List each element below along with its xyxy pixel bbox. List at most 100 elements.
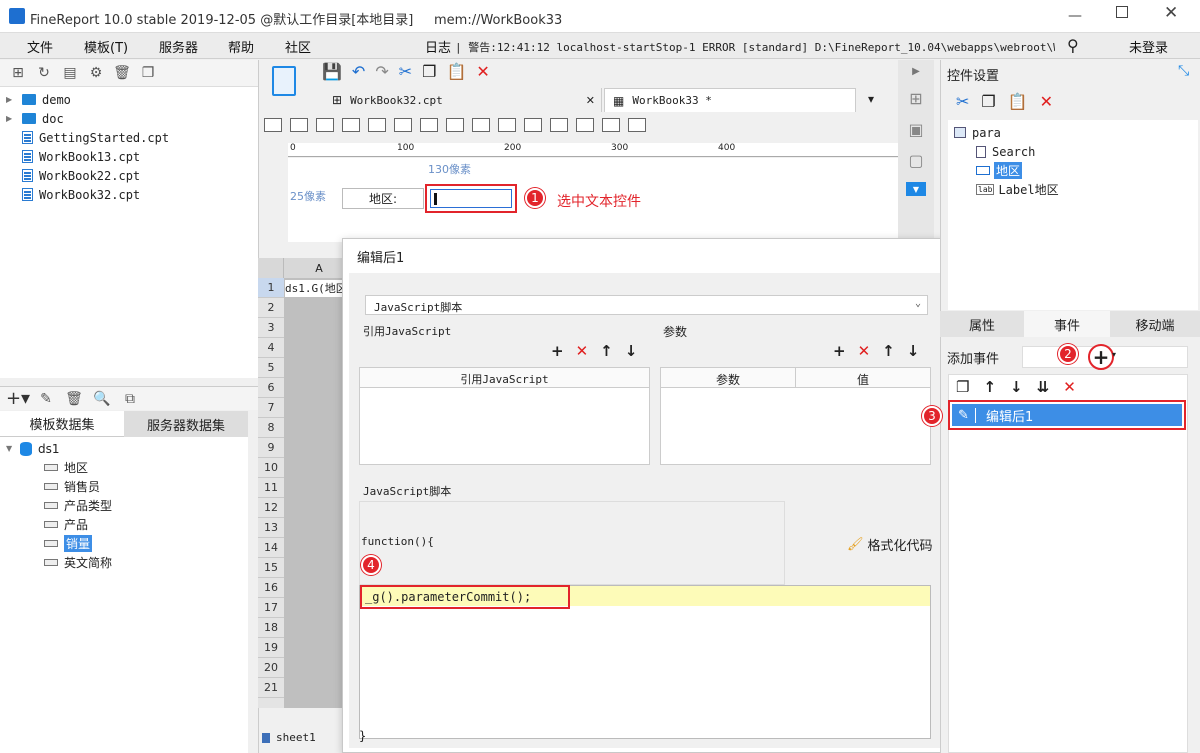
tab-mobile[interactable]: 移动端 bbox=[1110, 311, 1200, 337]
refresh-icon[interactable]: ↻ bbox=[34, 63, 54, 83]
undo-icon[interactable]: ↶ bbox=[352, 62, 365, 81]
textbox-widget-icon[interactable] bbox=[316, 118, 334, 132]
tree-item-file[interactable]: WorkBook13.cpt bbox=[6, 147, 258, 166]
row-header[interactable]: 18 bbox=[258, 618, 284, 638]
copy-icon[interactable]: ❐ bbox=[956, 378, 969, 396]
tree-item-search[interactable]: Search bbox=[948, 142, 1198, 161]
tree-widget-icon[interactable] bbox=[368, 118, 386, 132]
field-item[interactable]: 产品类型 bbox=[6, 496, 248, 515]
search-icon[interactable]: ⚲ bbox=[1067, 36, 1079, 55]
tree-item-region-selected[interactable]: 地区 bbox=[948, 161, 1198, 180]
tree-item-file[interactable]: WorkBook32.cpt bbox=[6, 185, 258, 204]
delete-icon[interactable]: ✕ bbox=[1063, 378, 1076, 396]
frame-icon[interactable]: ▢ bbox=[908, 151, 923, 170]
delete-icon[interactable]: ✕ bbox=[1040, 92, 1053, 111]
sheet-tab[interactable]: sheet1 bbox=[262, 731, 316, 744]
open-icon[interactable]: ▤ bbox=[60, 63, 80, 83]
row-header[interactable]: 19 bbox=[258, 638, 284, 658]
row-header[interactable]: 8 bbox=[258, 418, 284, 438]
paste-icon[interactable]: 📋 bbox=[1008, 92, 1028, 111]
copy-icon[interactable]: ❐ bbox=[138, 63, 158, 83]
row-header[interactable]: 7 bbox=[258, 398, 284, 418]
format-code-button[interactable]: 🖌 格式化代码 bbox=[847, 535, 933, 554]
add-icon[interactable]: + bbox=[551, 342, 564, 360]
move-down-icon[interactable]: ↓ bbox=[907, 342, 920, 360]
move-up-icon[interactable]: ↑ bbox=[600, 342, 613, 360]
combo-widget-icon[interactable] bbox=[342, 118, 360, 132]
move-up-icon[interactable]: ↑ bbox=[882, 342, 895, 360]
close-button[interactable]: ✕ bbox=[1164, 3, 1178, 23]
tab-template-dataset[interactable]: 模板数据集 bbox=[0, 411, 124, 437]
remove-icon[interactable]: ✕ bbox=[858, 342, 871, 360]
date-widget-icon[interactable] bbox=[394, 118, 412, 132]
cell-a1[interactable]: ds1.G(地区 bbox=[285, 280, 343, 297]
param-table[interactable]: 参数 值 bbox=[660, 367, 931, 465]
move-up-icon[interactable]: ↑ bbox=[983, 378, 996, 396]
copy-icon[interactable]: ❐ bbox=[422, 62, 436, 81]
password-widget-icon[interactable] bbox=[550, 118, 568, 132]
preview-icon[interactable]: 🔍 bbox=[92, 389, 112, 409]
row-header[interactable]: 14 bbox=[258, 538, 284, 558]
row-header[interactable]: 3 bbox=[258, 318, 284, 338]
tree-item-para[interactable]: para bbox=[948, 123, 1198, 142]
field-item[interactable]: 地区 bbox=[6, 458, 248, 477]
field-item[interactable]: 销售员 bbox=[6, 477, 248, 496]
row-header[interactable]: 21 bbox=[258, 678, 284, 698]
row-header[interactable]: 10 bbox=[258, 458, 284, 478]
radio-widget-icon[interactable] bbox=[472, 118, 490, 132]
tab-menu-icon[interactable]: ▾ bbox=[868, 92, 874, 106]
widget-lib-icon[interactable]: ▣ bbox=[908, 120, 923, 139]
tab-events[interactable]: 事件 bbox=[1024, 311, 1110, 337]
cut-icon[interactable]: ✂ bbox=[956, 92, 969, 111]
log-button[interactable]: 日志 bbox=[425, 37, 451, 56]
treelist-widget-icon[interactable] bbox=[602, 118, 620, 132]
row-header[interactable]: 16 bbox=[258, 578, 284, 598]
move-down-icon[interactable]: ↓ bbox=[1010, 378, 1023, 396]
tree-item-file[interactable]: WorkBook22.cpt bbox=[6, 166, 258, 185]
code-line-highlight[interactable]: _g().parameterCommit(); bbox=[360, 585, 570, 609]
add-event-dropdown-icon[interactable]: ▾ bbox=[1112, 350, 1116, 359]
column-a-cells[interactable] bbox=[284, 278, 344, 708]
menu-template[interactable]: 模板(T) bbox=[84, 37, 128, 56]
menu-file[interactable]: 文件 bbox=[27, 37, 53, 56]
button-widget-icon[interactable] bbox=[264, 118, 282, 132]
tree-item-doc[interactable]: ▶ doc bbox=[6, 109, 258, 128]
template-icon[interactable] bbox=[272, 66, 296, 96]
row-header[interactable]: 2 bbox=[258, 298, 284, 318]
tab-properties[interactable]: 属性 bbox=[940, 311, 1024, 337]
label-widget[interactable]: 地区: bbox=[342, 188, 424, 209]
add-icon[interactable]: + bbox=[833, 342, 846, 360]
layout-icon[interactable]: ⊞ bbox=[909, 89, 922, 108]
delete-icon[interactable]: 🗑 bbox=[64, 389, 84, 409]
field-item-selected[interactable]: 销量 bbox=[6, 534, 248, 553]
add-dataset-icon[interactable]: +▾ bbox=[6, 388, 30, 409]
row-header[interactable]: 20 bbox=[258, 658, 284, 678]
doc-tab-workbook33[interactable]: ▦ WorkBook33 * bbox=[604, 88, 856, 112]
move-bottom-icon[interactable]: ⇊ bbox=[1037, 378, 1050, 396]
maximize-button[interactable] bbox=[1116, 6, 1128, 18]
tab-server-dataset[interactable]: 服务器数据集 bbox=[124, 411, 248, 437]
login-button[interactable]: 未登录 bbox=[1129, 37, 1168, 56]
delete-icon[interactable]: 🗑 bbox=[112, 63, 132, 83]
dataset-ds1[interactable]: ▼ ds1 bbox=[6, 439, 248, 458]
more-widgets-icon[interactable] bbox=[628, 118, 646, 132]
label-widget-icon[interactable] bbox=[290, 118, 308, 132]
delete-icon[interactable]: ✕ bbox=[476, 62, 489, 81]
row-header[interactable]: 9 bbox=[258, 438, 284, 458]
move-down-icon[interactable]: ↓ bbox=[625, 342, 638, 360]
menu-community[interactable]: 社区 bbox=[285, 37, 311, 56]
row-header[interactable]: 4 bbox=[258, 338, 284, 358]
row-header[interactable]: 15 bbox=[258, 558, 284, 578]
new-folder-icon[interactable]: ⊞ bbox=[8, 63, 28, 83]
pin-icon[interactable]: ⤡ bbox=[1178, 63, 1189, 79]
save-icon[interactable]: 💾 bbox=[322, 62, 342, 81]
close-tab-icon[interactable]: ✕ bbox=[586, 94, 595, 107]
textarea-widget-icon[interactable] bbox=[446, 118, 464, 132]
settings-icon[interactable]: ⚙ bbox=[86, 63, 106, 83]
add-event-button[interactable]: + bbox=[1088, 344, 1114, 370]
row-header[interactable]: 6 bbox=[258, 378, 284, 398]
row-header[interactable]: 5 bbox=[258, 358, 284, 378]
row-header[interactable]: 12 bbox=[258, 498, 284, 518]
switch-widget-icon[interactable] bbox=[576, 118, 594, 132]
field-item[interactable]: 产品 bbox=[6, 515, 248, 534]
